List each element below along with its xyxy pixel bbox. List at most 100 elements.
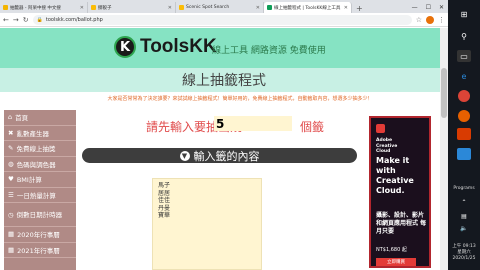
close-icon[interactable]: ✕ bbox=[253, 5, 260, 11]
windows-start-icon[interactable]: ⊞ bbox=[457, 8, 471, 20]
new-tab-button[interactable]: + bbox=[352, 4, 367, 13]
palette-icon: ◍ bbox=[8, 159, 14, 168]
sidebar-item-label: 色碼與調色器 bbox=[16, 160, 56, 169]
ad-buy-button[interactable]: 立即購買 bbox=[376, 258, 416, 266]
close-icon[interactable]: ✕ bbox=[165, 5, 172, 11]
chrome-icon[interactable] bbox=[458, 90, 470, 102]
taskbar: ⊞ ⚲ ▭ e Programs ⌃ ▤ 🔈 上午 09:13 星期六 2020… bbox=[448, 0, 480, 270]
speaker-icon[interactable]: 🔈 bbox=[457, 222, 471, 234]
arrow-down-circle-icon: ▼ bbox=[179, 150, 190, 161]
tab-favicon-icon bbox=[267, 5, 272, 10]
section-header[interactable]: ▼ 輸入籤的內容 bbox=[82, 148, 357, 163]
sidebar-item-label: 免費線上抽獎 bbox=[16, 145, 56, 154]
sidebar-item-label: BMI計算 bbox=[16, 176, 42, 185]
sidebar-item-label: 2021年行事曆 bbox=[17, 246, 60, 255]
calendar-icon: ▦ bbox=[8, 230, 15, 239]
firefox-icon[interactable] bbox=[458, 110, 470, 122]
clock-date[interactable]: 2020/1/25 bbox=[448, 256, 480, 262]
list-item: 佳佳 bbox=[158, 197, 171, 204]
ad-brand: Adobe Creative Cloud bbox=[376, 138, 398, 154]
web-page: K ToolsKK 線上工具 網路資源 免費使用 線上抽籤程式 大家是否常常為了… bbox=[0, 28, 448, 270]
close-window-icon[interactable]: ✕ bbox=[439, 4, 444, 11]
intro-text: 大家是否常常為了決定誰要？來試試線上抽籤程式！簡單好用的，免費線上抽籤程式，自動… bbox=[107, 96, 373, 102]
search-icon[interactable]: ⚲ bbox=[457, 30, 471, 42]
calendar-icon: ▦ bbox=[8, 245, 15, 254]
ballot-count-input[interactable] bbox=[214, 116, 292, 131]
back-icon[interactable]: ← bbox=[3, 16, 9, 24]
ad-headline: Make it with Creative Cloud. bbox=[376, 156, 414, 195]
tab-label: Scenic Spot Search bbox=[186, 5, 230, 10]
address-bar: ← → ↻ 🔒 toolskk.com/ballot.php ☆ ⋮ bbox=[0, 13, 448, 27]
sidebar-item-lottery[interactable]: ✎ 免費線上抽獎 bbox=[4, 141, 76, 157]
network-icon[interactable]: ▤ bbox=[457, 210, 471, 222]
list-item: 馬子 bbox=[158, 182, 171, 189]
shuffle-icon: ✖ bbox=[8, 128, 14, 137]
ballot-entries-textarea[interactable]: 馬子 居居 佳佳 丹曼 寶華 bbox=[152, 178, 262, 270]
task-view-icon[interactable]: ▭ bbox=[457, 50, 471, 62]
sidebar-item-label: 一日熱量計算 bbox=[16, 191, 56, 200]
tab-label: 線上抽籤程式 | ToolsKK線上工具 bbox=[274, 5, 341, 11]
close-icon[interactable]: ✕ bbox=[77, 5, 84, 11]
edge-icon[interactable]: e bbox=[457, 70, 471, 82]
ad-price: NT$1,680 起 bbox=[376, 247, 407, 253]
menu-icon[interactable]: ⋮ bbox=[438, 16, 445, 24]
tab-2[interactable]: Scenic Spot Search ✕ bbox=[176, 2, 264, 13]
minimize-icon[interactable]: — bbox=[412, 4, 418, 11]
sidebar-item-home[interactable]: ⌂ 首頁 bbox=[4, 110, 76, 126]
chevron-up-icon[interactable]: ⌃ bbox=[457, 196, 471, 208]
tab-strip: 抽籤器 - 阿呆中搜 中文搜 ✕ 擲骰子 ✕ Scenic Spot Searc… bbox=[0, 0, 448, 13]
forward-icon[interactable]: → bbox=[13, 16, 19, 24]
close-icon[interactable]: ✕ bbox=[341, 5, 348, 11]
section-label: 輸入籤的內容 bbox=[193, 149, 260, 163]
heart-icon: ♥ bbox=[8, 175, 14, 184]
sidebar: ⌂ 首頁 ✖ 亂數產生器 ✎ 免費線上抽獎 ◍ 色碼與調色器 ♥ BMI計算 ☰… bbox=[4, 110, 76, 270]
tab-1[interactable]: 擲骰子 ✕ bbox=[88, 2, 176, 13]
sidebar-item-label: 亂數產生器 bbox=[16, 129, 49, 138]
sidebar-item-bmi[interactable]: ♥ BMI計算 bbox=[4, 172, 76, 188]
sidebar-item-countdown[interactable]: ◷ 倒數日期計時器 bbox=[4, 203, 76, 227]
sidebar-item-calories[interactable]: ☰ 一日熱量計算 bbox=[4, 188, 76, 203]
tab-label: 擲骰子 bbox=[98, 5, 112, 11]
office-icon[interactable] bbox=[457, 128, 471, 140]
sidebar-item-color[interactable]: ◍ 色碼與調色器 bbox=[4, 157, 76, 172]
tab-favicon-icon bbox=[179, 5, 184, 10]
advertisement[interactable]: Adobe Creative Cloud Make it with Creati… bbox=[369, 116, 431, 268]
list-item: 丹曼 bbox=[158, 204, 171, 212]
adobe-logo-icon bbox=[376, 124, 385, 133]
sidebar-item-calendar-2021[interactable]: ▦ 2021年行事曆 bbox=[4, 243, 76, 258]
home-icon: ⌂ bbox=[8, 113, 13, 122]
clock-icon: ◷ bbox=[8, 210, 14, 219]
site-banner: K ToolsKK 線上工具 網路資源 免費使用 bbox=[0, 28, 448, 68]
site-slogan: 線上工具 網路資源 免費使用 bbox=[212, 46, 326, 56]
tab-label: 抽籤器 - 阿呆中搜 中文搜 bbox=[10, 5, 61, 11]
list-icon: ☰ bbox=[8, 190, 14, 199]
sidebar-item-calendar-2020[interactable]: ▦ 2020年行事曆 bbox=[4, 227, 76, 243]
profile-avatar[interactable] bbox=[426, 15, 434, 24]
sidebar-item-label: 2020年行事曆 bbox=[17, 231, 60, 240]
sidebar-item-random[interactable]: ✖ 亂數產生器 bbox=[4, 126, 76, 141]
lock-icon: 🔒 bbox=[36, 16, 43, 23]
window-controls: — ☐ ✕ bbox=[412, 4, 448, 13]
sidebar-item-label: 倒數日期計時器 bbox=[16, 210, 63, 219]
maximize-icon[interactable]: ☐ bbox=[426, 4, 431, 11]
tab-0[interactable]: 抽籤器 - 阿呆中搜 中文搜 ✕ bbox=[0, 2, 88, 13]
list-item: 居居 bbox=[158, 189, 171, 197]
ad-subtext: 攝影、設計、影片和網頁應用程式 每月只要 bbox=[376, 212, 427, 235]
taskbar-label[interactable]: Programs bbox=[448, 186, 480, 192]
site-logo-text[interactable]: ToolsKK bbox=[140, 36, 217, 58]
list-item: 寶華 bbox=[158, 212, 171, 219]
app-icon[interactable] bbox=[457, 148, 471, 160]
bookmark-star-icon[interactable]: ☆ bbox=[416, 16, 422, 24]
count-unit: 個籤 bbox=[300, 120, 325, 134]
sidebar-item-label: 首頁 bbox=[15, 114, 29, 123]
url-field[interactable]: 🔒 toolskk.com/ballot.php bbox=[32, 14, 412, 25]
tab-favicon-icon bbox=[91, 5, 96, 10]
tab-3[interactable]: 線上抽籤程式 | ToolsKK線上工具 ✕ bbox=[264, 2, 352, 13]
tab-favicon-icon bbox=[3, 5, 8, 10]
reload-icon[interactable]: ↻ bbox=[23, 16, 29, 24]
page-scrollbar[interactable] bbox=[440, 28, 448, 270]
page-title: 線上抽籤程式 bbox=[0, 68, 448, 92]
site-logo-icon[interactable]: K bbox=[114, 36, 136, 58]
pencil-icon: ✎ bbox=[8, 144, 14, 153]
scroll-thumb[interactable] bbox=[441, 68, 447, 118]
